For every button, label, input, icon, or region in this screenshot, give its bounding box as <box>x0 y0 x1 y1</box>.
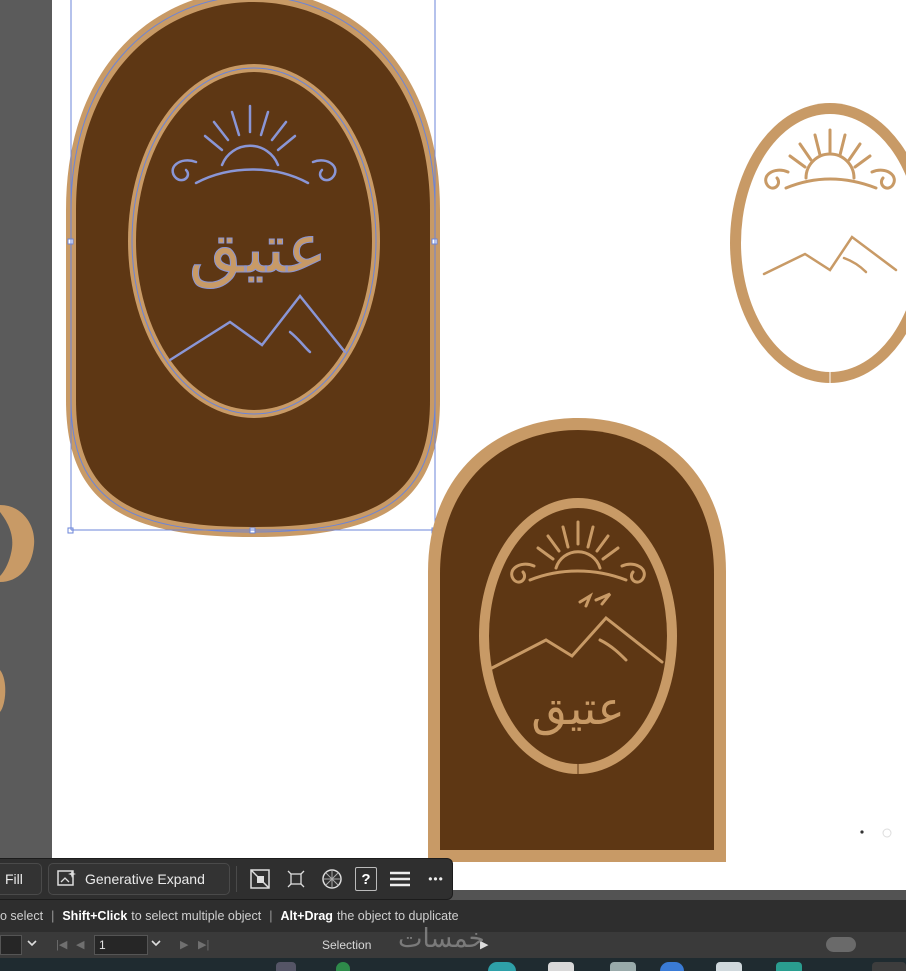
mask-icon[interactable] <box>247 866 273 892</box>
zoom-field[interactable] <box>0 935 22 955</box>
artboard-number-field[interactable]: 1 <box>94 935 148 955</box>
fill-button[interactable]: Fill <box>0 863 42 895</box>
hint-text: the object to duplicate <box>336 909 459 923</box>
help-icon[interactable]: ? <box>355 867 377 891</box>
first-artboard-icon[interactable]: |◀ <box>56 938 67 951</box>
taskbar-app-icon[interactable] <box>548 962 574 971</box>
chevron-down-icon[interactable] <box>26 938 38 951</box>
generative-expand-icon <box>57 869 77 890</box>
taskbar-app-icon[interactable] <box>336 962 350 971</box>
logo-arch-badge[interactable]: عتيق <box>428 418 726 862</box>
menu-icon[interactable] <box>387 866 413 892</box>
next-artboard-icon[interactable]: ▶ <box>180 938 188 951</box>
anchor-point <box>860 830 864 834</box>
transform-icon[interactable] <box>283 866 309 892</box>
taskbar-app-icon[interactable] <box>660 962 684 971</box>
canvas-artwork[interactable]: عتيق عتيق <box>0 0 906 890</box>
watermark: خمسات <box>398 924 485 954</box>
taskbar-app-icon[interactable] <box>872 962 906 971</box>
current-tool-label: Selection <box>322 938 372 952</box>
taskbar-app-icon[interactable] <box>776 962 802 971</box>
recolor-icon[interactable] <box>319 866 345 892</box>
logo-text: عتيق <box>189 210 327 289</box>
hint-shortcut: Alt+Drag <box>280 909 333 923</box>
taskbar-app-icon[interactable] <box>488 962 516 971</box>
last-artboard-icon[interactable]: ▶| <box>198 938 209 951</box>
hint-separator: | <box>269 909 273 923</box>
generative-expand-button[interactable]: Generative Expand <box>48 863 230 895</box>
contextual-task-bar: Fill Generative Expand ? ••• <box>0 858 453 900</box>
hint-text: o select <box>0 909 44 923</box>
chevron-down-icon[interactable] <box>150 938 162 951</box>
logo-oval-light[interactable] <box>730 103 906 383</box>
hint-separator: | <box>51 909 55 923</box>
hint-text: to select multiple object <box>131 909 262 923</box>
anchor-point <box>882 828 892 838</box>
taskbar-app-icon[interactable] <box>276 962 296 971</box>
prev-artboard-icon[interactable]: ◀ <box>76 938 84 951</box>
generative-expand-label: Generative Expand <box>85 871 205 887</box>
toolbar-divider <box>236 866 237 892</box>
logo-text: عتيق <box>531 681 625 736</box>
taskbar-app-icon[interactable] <box>716 962 742 971</box>
logo-badge-selected[interactable]: عتيق <box>66 0 440 537</box>
os-taskbar <box>0 958 906 971</box>
taskbar-app-icon[interactable] <box>610 962 636 971</box>
status-toggle[interactable] <box>826 937 856 952</box>
hint-shortcut: Shift+Click <box>62 909 128 923</box>
more-icon[interactable]: ••• <box>423 866 449 892</box>
